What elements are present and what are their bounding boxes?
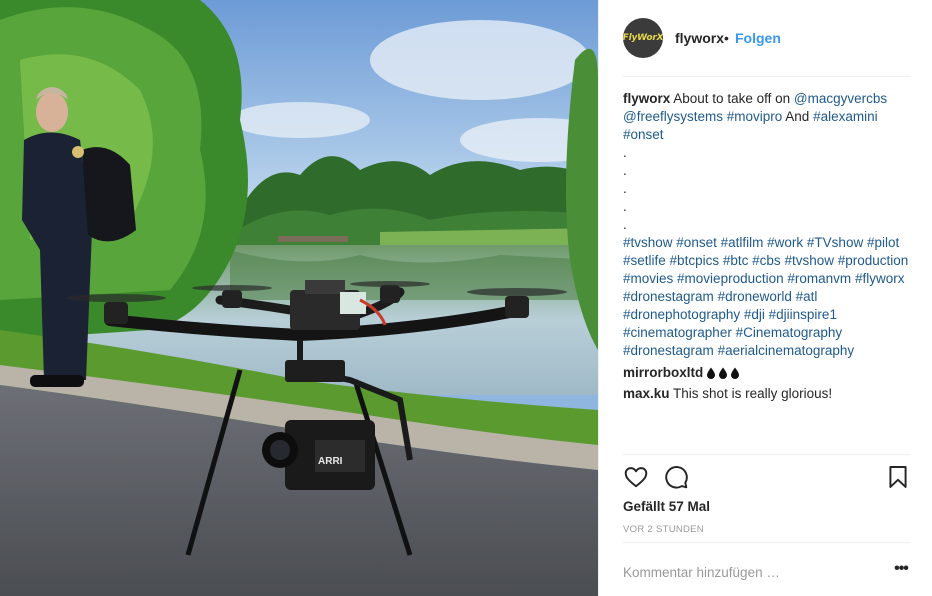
bookmark-icon[interactable] <box>885 464 911 490</box>
comment-item: max.ku This shot is really glorious! <box>623 385 915 403</box>
header-separator: • <box>724 30 729 46</box>
header-username[interactable]: flyworx <box>675 30 724 46</box>
hashtag-link[interactable]: #dronestagram <box>623 343 714 358</box>
actions-divider <box>623 454 911 455</box>
caption-dot-line: . <box>623 145 627 160</box>
droplet-icon <box>707 367 716 380</box>
hashtag-link[interactable]: #djiinspire1 <box>769 307 837 322</box>
more-options-button[interactable]: ••• <box>891 560 911 580</box>
droplet-icon <box>719 367 728 380</box>
hashtag-link[interactable]: #Cinematography <box>736 325 843 340</box>
avatar-label: FlyWorX <box>623 33 663 43</box>
hashtag-link[interactable]: #pilot <box>867 235 899 250</box>
caption-tag-link[interactable]: #onset <box>623 127 664 142</box>
hashtag-link[interactable]: #aerialcinematography <box>718 343 855 358</box>
caption-dot-line: . <box>623 199 627 214</box>
caption-dot-line: . <box>623 217 627 232</box>
comment-divider <box>623 542 911 543</box>
caption-text-segment: And <box>782 109 814 124</box>
hashtag-link[interactable]: #atlfilm <box>721 235 764 250</box>
hashtag-link[interactable]: #dji <box>744 307 765 322</box>
comment-item: mirrorboxltd <box>623 364 915 382</box>
drone-scene-image: ARRI <box>0 0 598 596</box>
caption-hashtags: #tvshow #onset #atlfilm #work #TVshow #p… <box>623 234 915 360</box>
caption-tag-link[interactable]: #movipro <box>727 109 783 124</box>
caption-username[interactable]: flyworx <box>623 91 670 106</box>
hashtag-link[interactable]: #cinematographer <box>623 325 732 340</box>
post-sidebar: FlyWorX flyworx • Folgen flyworx About t… <box>598 0 932 596</box>
caption-dots: ..... <box>623 144 915 234</box>
droplet-icon <box>731 367 740 380</box>
arri-logo: ARRI <box>318 456 343 467</box>
action-bar <box>623 464 911 492</box>
comment-username[interactable]: mirrorboxltd <box>623 365 703 380</box>
caption-tag-link[interactable]: @macgyvercbs <box>794 91 887 106</box>
hashtag-link[interactable]: #cbs <box>752 253 781 268</box>
hashtag-link[interactable]: #movies <box>623 271 673 286</box>
post-photo[interactable]: ARRI <box>0 0 598 596</box>
caption-tag-link[interactable]: #alexamini <box>813 109 878 124</box>
post-caption: flyworx About to take off on @macgyvercb… <box>623 90 915 360</box>
hashtag-link[interactable]: #btcpics <box>670 253 720 268</box>
hashtag-link[interactable]: #atl <box>796 289 818 304</box>
comment-text: This shot is really glorious! <box>673 386 833 401</box>
hashtag-link[interactable]: #romanvm <box>787 271 851 286</box>
header-divider <box>623 76 911 77</box>
hashtag-link[interactable]: #btc <box>723 253 749 268</box>
hashtag-link[interactable]: #dronephotography <box>623 307 740 322</box>
likes-count[interactable]: Gefällt 57 Mal <box>623 499 710 514</box>
follow-button[interactable]: Folgen <box>735 30 781 46</box>
hashtag-link[interactable]: #setlife <box>623 253 666 268</box>
comments-section: flyworx About to take off on @macgyvercb… <box>623 90 915 403</box>
post-header: FlyWorX flyworx • Folgen <box>599 0 932 76</box>
caption-dot-line: . <box>623 181 627 196</box>
comment-input[interactable] <box>623 562 873 582</box>
heart-icon[interactable] <box>623 464 649 490</box>
avatar[interactable]: FlyWorX <box>623 18 663 58</box>
hashtag-link[interactable]: #tvshow <box>784 253 834 268</box>
caption-dot-line: . <box>623 163 627 178</box>
comment-icon[interactable] <box>663 464 689 490</box>
caption-tag-link[interactable]: @freeflysystems <box>623 109 723 124</box>
post-timestamp[interactable]: VOR 2 STUNDEN <box>623 524 704 535</box>
hashtag-link[interactable]: #TVshow <box>807 235 863 250</box>
hashtag-link[interactable]: #production <box>838 253 909 268</box>
hashtag-link[interactable]: #tvshow <box>623 235 673 250</box>
comment-username[interactable]: max.ku <box>623 386 670 401</box>
hashtag-link[interactable]: #onset <box>676 235 717 250</box>
hashtag-link[interactable]: #droneworld <box>718 289 792 304</box>
hashtag-link[interactable]: #dronestagram <box>623 289 714 304</box>
comment-list: mirrorboxltd max.ku This shot is really g… <box>623 364 915 403</box>
hashtag-link[interactable]: #flyworx <box>855 271 905 286</box>
droplet-emoji-group <box>706 367 740 380</box>
caption-text-segment: About to take off on <box>673 91 794 106</box>
hashtag-link[interactable]: #movieproduction <box>677 271 784 286</box>
hashtag-link[interactable]: #work <box>767 235 803 250</box>
